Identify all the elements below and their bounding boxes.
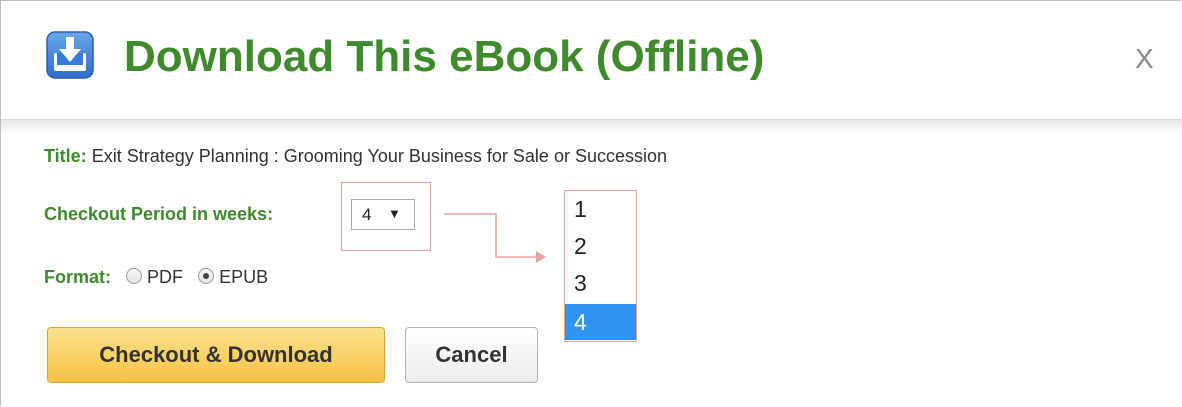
period-option[interactable]: 1 xyxy=(565,191,636,227)
header-shadow xyxy=(1,120,1182,134)
book-title: Exit Strategy Planning : Grooming Your B… xyxy=(91,146,667,166)
cancel-button[interactable]: Cancel xyxy=(405,327,538,383)
period-dropdown-list: 1 2 3 4 xyxy=(564,190,637,342)
callout-arrow xyxy=(444,213,546,263)
period-row: Checkout Period in weeks: xyxy=(44,204,273,225)
dialog-header: Download This eBook (Offline) X xyxy=(1,1,1182,120)
dropdown-arrow-icon: ▼ xyxy=(388,206,401,221)
period-option[interactable]: 2 xyxy=(565,228,636,264)
title-label: Title: xyxy=(44,146,87,166)
format-label: Format: xyxy=(44,267,111,287)
pdf-radio[interactable] xyxy=(126,268,143,284)
download-icon xyxy=(46,31,94,79)
period-label: Checkout Period in weeks: xyxy=(44,204,274,224)
period-option-selected[interactable]: 4 xyxy=(565,304,636,340)
epub-radio-label[interactable]: EPUB xyxy=(219,267,268,287)
checkout-period-select[interactable]: 4 ▼ xyxy=(351,199,415,230)
pdf-radio-label[interactable]: PDF xyxy=(147,267,183,287)
dialog-title: Download This eBook (Offline) xyxy=(124,32,765,81)
title-row: Title: Exit Strategy Planning : Grooming… xyxy=(44,146,667,167)
select-value: 4 xyxy=(362,205,372,224)
format-row: Format: PDF EPUB xyxy=(44,267,268,288)
close-button[interactable]: X xyxy=(1135,43,1154,75)
period-option[interactable]: 3 xyxy=(565,265,636,301)
checkout-download-button[interactable]: Checkout & Download xyxy=(47,327,385,383)
epub-radio[interactable] xyxy=(198,268,215,284)
